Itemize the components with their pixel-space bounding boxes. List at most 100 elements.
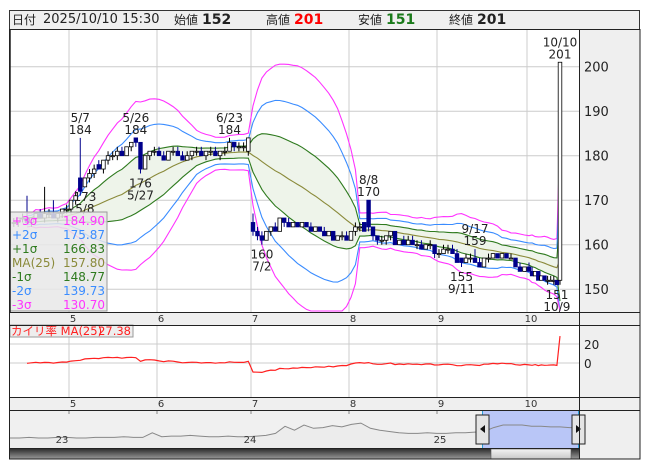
stock-chart[interactable]: 5/71845/261846/231841735/81765/271607/28… — [0, 0, 653, 470]
candle-up — [246, 137, 251, 152]
annotation-price: 184 — [218, 123, 241, 137]
kairi-tick-label: 0 — [584, 357, 592, 371]
candle-up — [383, 235, 389, 241]
candle-up — [405, 239, 411, 246]
price-tick-label: 200 — [584, 61, 609, 76]
candle-down — [250, 222, 256, 232]
legend-label: -3σ — [12, 298, 32, 312]
legend-value: 130.70 — [63, 298, 105, 312]
legend-label: MA(25) — [12, 256, 55, 270]
candle-up — [299, 222, 305, 228]
candle-down — [459, 257, 464, 263]
legend-label: -1σ — [12, 270, 32, 284]
candle-up — [129, 141, 134, 148]
price-tick-label: 150 — [584, 283, 609, 298]
candle-up — [445, 248, 451, 251]
legend-value: 157.80 — [63, 256, 105, 270]
month-tick-label: 9 — [438, 399, 444, 410]
candle-down — [96, 164, 101, 170]
month-axis: 55667788991010 — [70, 314, 538, 410]
candle-down — [526, 266, 532, 272]
candle-up — [110, 155, 115, 158]
candle-up — [522, 266, 527, 272]
candle-up — [499, 253, 505, 259]
month-tick-label: 6 — [158, 314, 164, 325]
candle-down — [161, 155, 166, 161]
candle-up — [166, 150, 171, 161]
annotation-price: 184 — [69, 123, 92, 137]
candle-up — [490, 253, 496, 259]
month-tick-label: 8 — [350, 399, 356, 410]
candle-up — [414, 244, 420, 247]
candle-down — [542, 275, 547, 281]
candle-up — [557, 61, 563, 281]
month-tick-label: 9 — [438, 314, 444, 325]
candle-up — [326, 230, 331, 237]
candle-up — [241, 146, 246, 149]
candle-up — [290, 222, 296, 228]
month-axis-row-bottom — [10, 397, 640, 410]
candle-down — [450, 248, 455, 254]
candle-up — [105, 155, 111, 161]
candle-down — [554, 279, 560, 286]
candle-up — [142, 155, 148, 170]
month-tick-label: 8 — [350, 314, 356, 325]
candle-down — [259, 235, 265, 241]
candle-up — [468, 257, 473, 260]
candle-down — [419, 244, 424, 250]
month-tick-label: 7 — [252, 399, 258, 410]
candle-down — [504, 253, 509, 259]
candle-up — [152, 150, 157, 153]
candle-up — [441, 248, 446, 254]
candle-up — [194, 150, 199, 153]
candle-up — [481, 257, 487, 268]
kairi-line — [26, 336, 561, 374]
month-tick-label: 6 — [158, 399, 164, 410]
year-label: 23 — [56, 435, 69, 446]
candle-up — [357, 226, 362, 229]
candle-down — [366, 199, 371, 228]
candle-down — [370, 226, 376, 237]
candle-up — [277, 217, 282, 232]
candle-up — [227, 141, 232, 152]
candle-down — [308, 226, 314, 232]
annotation-price: 159 — [464, 234, 487, 248]
legend-value: 148.77 — [63, 270, 105, 284]
candle-down — [517, 266, 523, 272]
candle-up — [463, 257, 469, 263]
candle-up — [335, 235, 340, 241]
year-label: 24 — [244, 435, 257, 446]
candle-down — [304, 222, 309, 228]
candle-up — [264, 230, 269, 241]
month-tick-label: 5 — [70, 399, 76, 410]
month-tick-label: 10 — [525, 399, 538, 410]
scrollbar-thumb[interactable] — [490, 448, 572, 460]
candle-up — [388, 230, 393, 237]
candle-down — [295, 222, 300, 228]
candle-down — [322, 230, 327, 237]
navigator-selection — [482, 411, 579, 448]
candle-up — [379, 239, 384, 242]
candle-down — [477, 262, 482, 268]
candle-up — [147, 150, 152, 157]
legend-label: -2σ — [12, 284, 32, 298]
legend-label: +2σ — [12, 228, 38, 242]
candle-down — [330, 230, 336, 241]
legend-value: 166.83 — [63, 242, 105, 256]
legend-label: +1σ — [12, 242, 38, 256]
candle-up — [508, 257, 514, 260]
candle-down — [361, 222, 367, 232]
candle-down — [472, 257, 478, 263]
candle-up — [313, 226, 318, 232]
candle-down — [286, 222, 291, 228]
candle-down — [454, 253, 460, 263]
candle-down — [156, 150, 162, 157]
annotation-date: 7/2 — [252, 260, 271, 274]
candle-down — [119, 150, 125, 157]
annotation-date: 9/11 — [448, 282, 475, 296]
candle-up — [268, 226, 274, 232]
candle-down — [495, 253, 500, 259]
candle-up — [486, 257, 491, 260]
price-tick-label: 190 — [584, 105, 609, 120]
month-tick-label: 7 — [252, 314, 258, 325]
